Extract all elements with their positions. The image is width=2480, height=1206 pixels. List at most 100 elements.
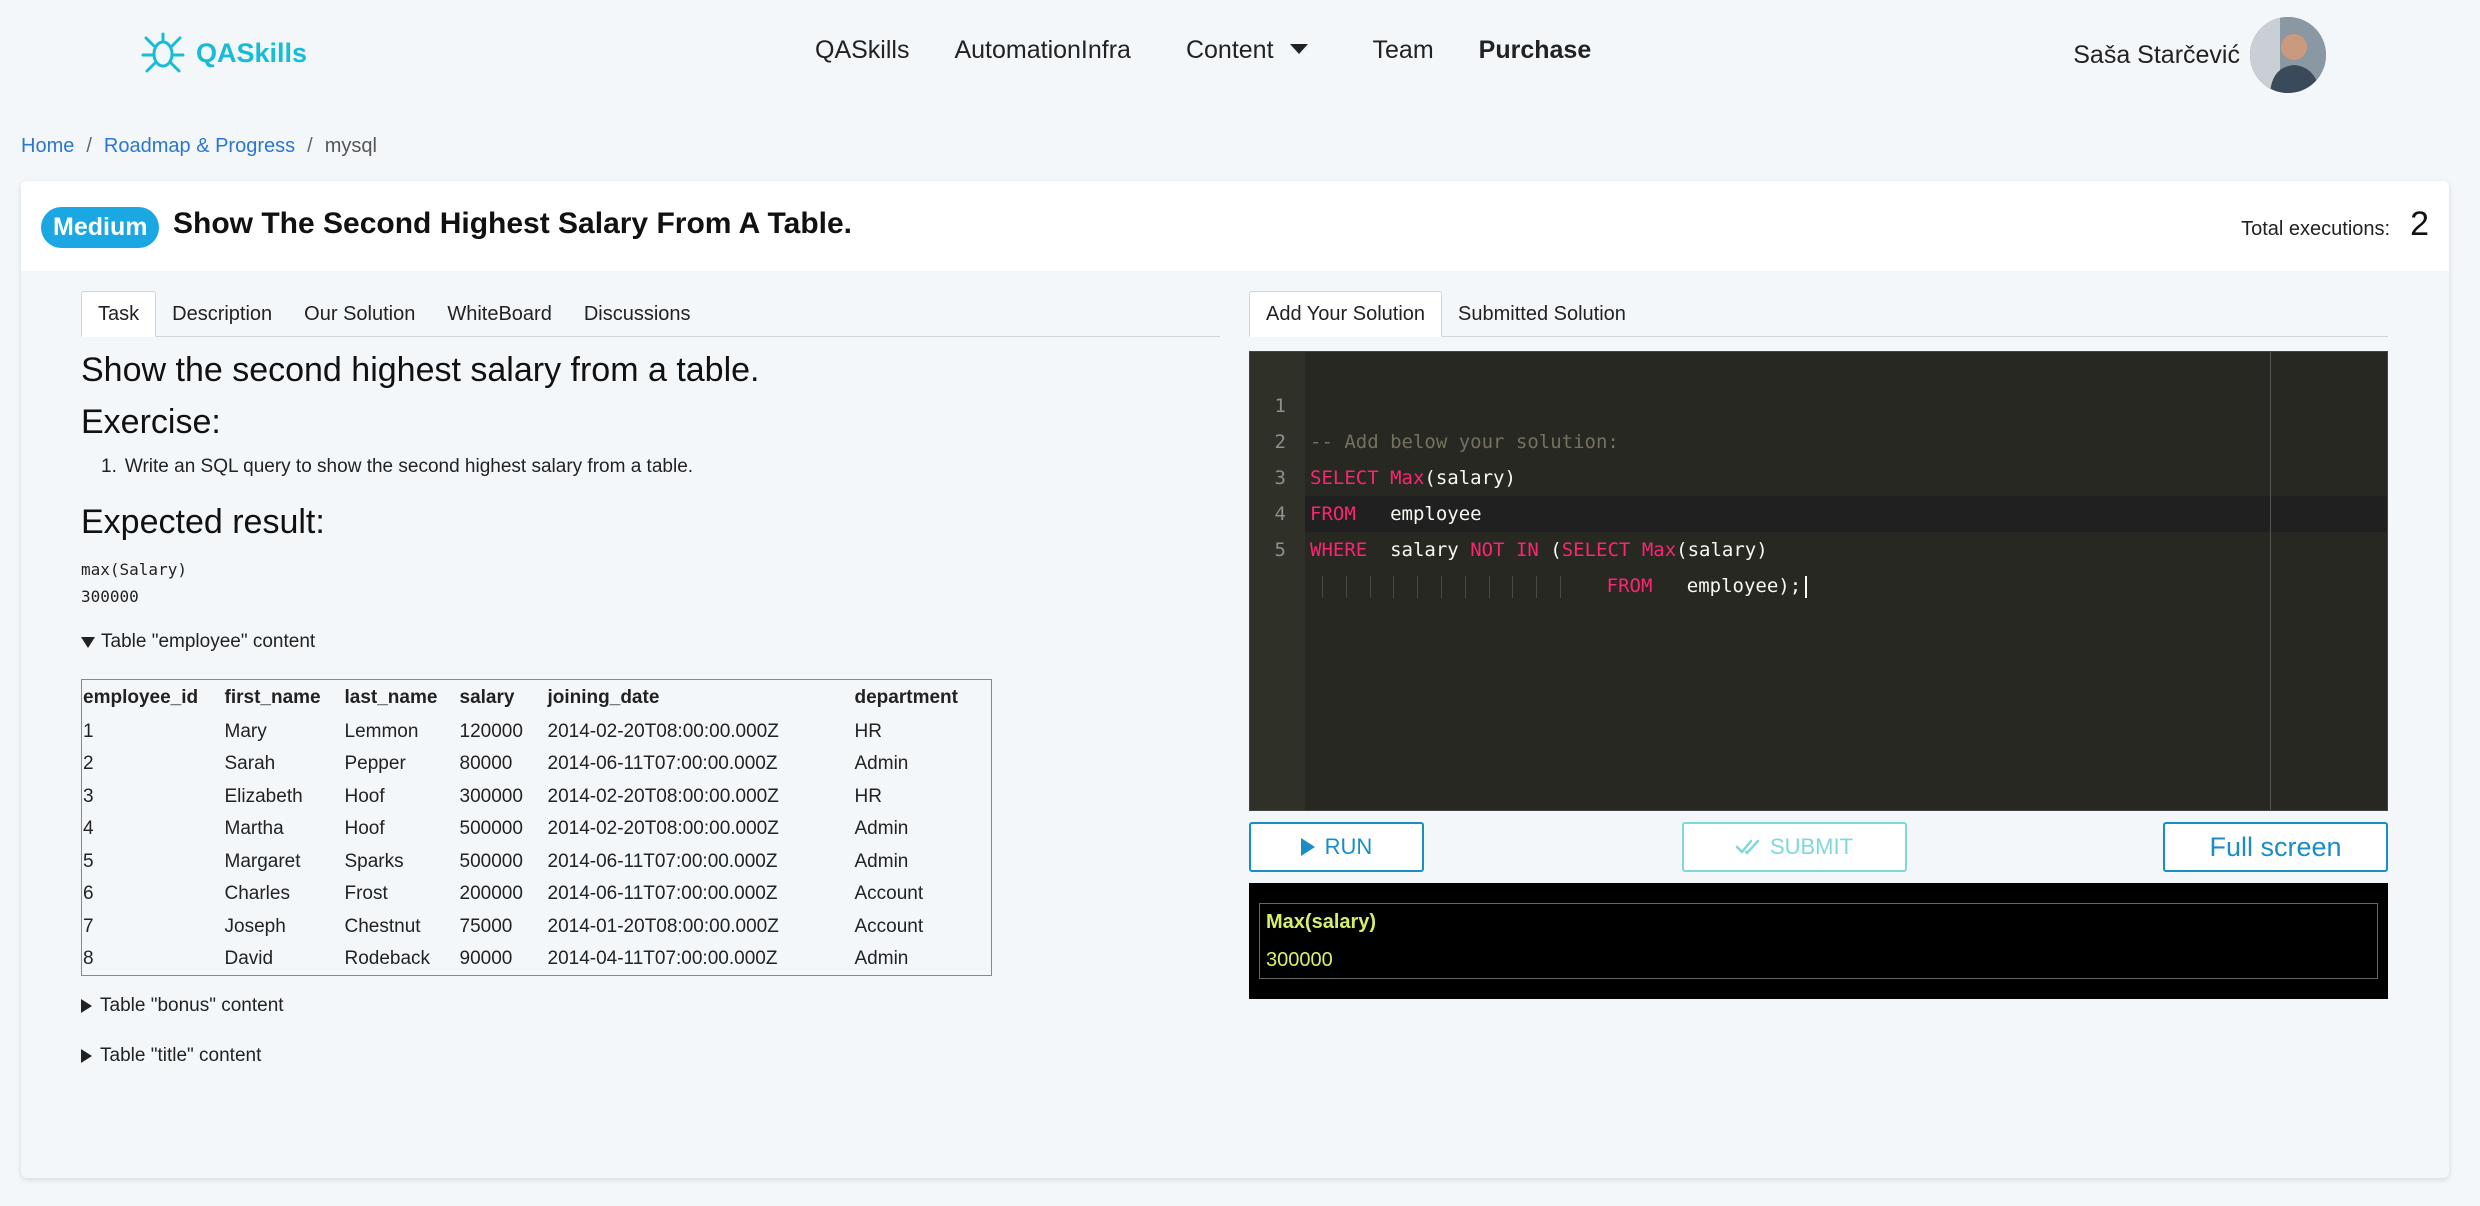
tab-whiteboard[interactable]: WhiteBoard	[431, 292, 568, 336]
table-cell: Account	[854, 883, 924, 905]
code-line: 2 SELECT Max(salary)	[1250, 388, 2387, 489]
breadcrumb-current: mysql	[324, 135, 377, 157]
col-first-name: first_name	[224, 686, 321, 708]
table-cell: 500000	[459, 850, 523, 872]
breadcrumb-roadmap[interactable]: Roadmap & Progress	[104, 135, 295, 158]
executions-count: 2	[2410, 205, 2429, 243]
table-cell: Margaret	[224, 850, 301, 872]
code-text: employee);	[1686, 575, 1802, 597]
table-cell: 300000	[459, 785, 523, 807]
nav-team[interactable]: Team	[1373, 36, 1434, 65]
result-table: Max(salary) 300000	[1259, 903, 2378, 979]
breadcrumb-separator: /	[86, 135, 92, 157]
task-heading: Show the second highest salary from a ta…	[81, 351, 760, 389]
triangle-down-icon	[81, 636, 95, 648]
toggle-title-table[interactable]: Table "title" content	[81, 1045, 261, 1067]
table-cell: Charles	[224, 883, 290, 905]
table-row: 8 David Rodeback 90000 2014-04-11T07:00:00.0…	[82, 943, 992, 976]
table-cell: Admin	[854, 818, 909, 840]
table-cell: 3	[83, 785, 94, 807]
table-cell: 6	[83, 883, 94, 905]
expected-result-heading: Expected result:	[81, 503, 325, 541]
breadcrumb: Home / Roadmap & Progress / mysql	[21, 135, 377, 158]
table-cell: Sparks	[344, 850, 404, 872]
code-line: 4 WHERE salary NOT IN (SELECT Max(salary…	[1250, 460, 2387, 561]
nav-purchase[interactable]: Purchase	[1479, 36, 1592, 65]
table-cell: 2014-06-11T07:00:00.000Z	[547, 883, 778, 905]
table-cell: 2014-04-11T07:00:00.000Z	[547, 948, 778, 969]
col-employee-id: employee_id	[83, 686, 199, 708]
code-text: (	[1550, 539, 1562, 561]
exercise-heading: Exercise:	[81, 403, 221, 441]
table-cell: Joseph	[224, 915, 286, 937]
tab-add-your-solution[interactable]: Add Your Solution	[1249, 291, 1443, 337]
code-keyword: SELECT	[1561, 539, 1631, 561]
tab-submitted-solution[interactable]: Submitted Solution	[1442, 292, 1642, 336]
submit-label: SUBMIT	[1769, 834, 1854, 859]
exercise-number: 1.	[101, 456, 117, 477]
brand-logo[interactable]: QASkills	[138, 28, 307, 78]
table-cell: Hoof	[344, 785, 385, 807]
table-cell: 2014-02-20T08:00:00.000Z	[547, 818, 779, 840]
tab-task[interactable]: Task	[81, 291, 157, 337]
page-title: Show The Second Highest Salary From A Ta…	[173, 207, 853, 240]
toggle-bonus-table[interactable]: Table "bonus" content	[81, 995, 284, 1017]
table-cell: 2014-02-20T08:00:00.000Z	[547, 785, 779, 807]
toggle-title-label: Table "title" content	[100, 1045, 262, 1066]
table-cell: Admin	[854, 753, 909, 775]
user-menu[interactable]: Saša Starčević	[2073, 17, 2326, 93]
breadcrumb-home[interactable]: Home	[21, 135, 74, 158]
toggle-bonus-label: Table "bonus" content	[100, 995, 284, 1016]
table-cell: Account	[854, 915, 924, 937]
table-row: 1 Mary Lemmon 120000 2014-02-20T08:00:00.000…	[82, 716, 992, 749]
tab-discussions[interactable]: Discussions	[568, 292, 707, 336]
col-joining-date: joining_date	[547, 686, 660, 708]
code-text: salary	[1390, 539, 1459, 561]
tab-description[interactable]: Description	[156, 292, 288, 336]
qaskills-logo-icon	[141, 32, 185, 73]
table-cell: 90000	[459, 948, 513, 969]
table-cell: 1	[83, 720, 94, 742]
table-cell: 80000	[459, 753, 513, 775]
table-cell: Rodeback	[344, 948, 431, 969]
table-cell: Martha	[224, 818, 284, 840]
table-cell: 2014-02-20T08:00:00.000Z	[547, 720, 779, 742]
fullscreen-label: Full screen	[2209, 831, 2342, 862]
double-check-icon	[1735, 839, 1760, 855]
total-executions: Total executions: 2	[2241, 205, 2429, 244]
table-row: 2 Sarah Pepper 80000 2014-06-11T07:00:00.000…	[82, 748, 992, 781]
nav-qaskills[interactable]: QASkills	[815, 36, 909, 65]
run-button[interactable]: RUN	[1249, 822, 1424, 872]
table-cell: 2	[83, 753, 94, 775]
code-editor[interactable]: 1 -- Add below your solution: 2 SELECT M…	[1249, 351, 2388, 811]
avatar	[2250, 17, 2326, 93]
tab-our-solution[interactable]: Our Solution	[288, 292, 431, 336]
table-cell: Admin	[854, 948, 909, 969]
submit-button[interactable]: SUBMIT	[1682, 822, 1907, 872]
difficulty-badge: Medium	[41, 207, 160, 248]
chevron-down-icon	[1289, 44, 1308, 55]
table-cell: 4	[83, 818, 94, 840]
table-header-row: employee_id first_name last_name salary …	[82, 680, 992, 716]
table-cell: 5	[83, 850, 94, 872]
table-cell: David	[224, 948, 274, 969]
fullscreen-button[interactable]: Full screen	[2163, 822, 2388, 872]
code-text: (salary)	[1676, 539, 1768, 561]
expected-result-block: max(Salary) 300000	[81, 556, 187, 610]
col-department: department	[854, 686, 958, 708]
table-cell: 200000	[459, 883, 523, 905]
task-header: Medium Show The Second Highest Salary Fr…	[21, 181, 2449, 271]
main-nav: QASkills AutomationInfra Content Team Pu…	[815, 36, 1591, 65]
nav-content-dropdown[interactable]: Content	[1186, 36, 1308, 65]
nav-automationinfra[interactable]: AutomationInfra	[954, 36, 1131, 65]
run-label: RUN	[1324, 834, 1373, 859]
toggle-employee-table[interactable]: Table "employee" content	[81, 631, 315, 653]
triangle-right-icon	[81, 1049, 92, 1063]
table-cell: Admin	[854, 850, 909, 872]
exercise-list: 1. Write an SQL query to show the second …	[101, 456, 693, 478]
table-cell: 500000	[459, 818, 523, 840]
expected-result-line: 300000	[81, 587, 139, 606]
table-row: 7 Joseph Chestnut 75000 2014-01-20T08:00:00.…	[82, 911, 992, 944]
text-cursor	[1805, 575, 1808, 598]
code-line: 1 -- Add below your solution:	[1250, 352, 2387, 453]
